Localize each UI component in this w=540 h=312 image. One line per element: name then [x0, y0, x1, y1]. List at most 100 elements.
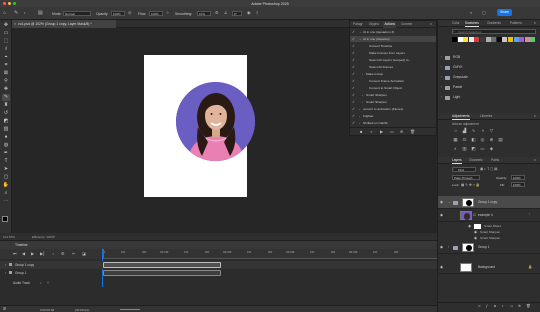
swatch-folder[interactable]: › Grayscale [438, 74, 540, 81]
mode-select[interactable]: Normal [63, 10, 91, 16]
check-icon[interactable]: ✓ [352, 36, 355, 42]
action-row[interactable]: ✓ Convert to Smart Object [350, 85, 436, 91]
settings-icon[interactable]: ⚙ [61, 251, 65, 257]
timeline-ruler[interactable]: 00 10f 20f 01:00f 10f 20f 02:00f 10f 20f… [102, 249, 437, 259]
swatch-folder[interactable]: › RGB [438, 54, 540, 61]
new-action-icon[interactable]: ⊕ [400, 129, 403, 134]
check-icon[interactable]: ✓ [352, 71, 355, 77]
swatch-folder[interactable]: › CMYK [438, 64, 540, 71]
angle-field[interactable]: 0° [232, 10, 242, 16]
color-swatch[interactable] [474, 37, 480, 42]
brush-icon[interactable]: ✎ [2, 94, 10, 101]
vibrance-icon[interactable]: ▽ [488, 128, 495, 134]
layer-row[interactable]: ◉ Background 🔒 [438, 261, 540, 274]
object-select-icon[interactable]: ⌖ [2, 54, 10, 61]
check-icon[interactable]: ✓ [352, 43, 355, 49]
zoom-icon[interactable]: ⌕ [2, 190, 10, 197]
check-icon[interactable]: ✓ [352, 92, 355, 98]
color-swatch[interactable] [496, 37, 502, 42]
swatch-folder[interactable]: › Light [438, 94, 540, 101]
panel-menu-icon[interactable]: ≡ [430, 21, 432, 28]
stamp-icon[interactable]: ♜ [2, 102, 10, 109]
color-swatch[interactable] [530, 37, 536, 42]
action-row[interactable]: ✓ › Make Group [350, 71, 436, 77]
path-select-icon[interactable]: ➤ [2, 166, 10, 173]
color-swatch[interactable] [468, 37, 474, 42]
action-row[interactable]: ✓ Convert Frame Animation [350, 78, 436, 84]
action-row[interactable]: ✓ › Smart Sharpen [350, 92, 436, 98]
foreground-color-swatch[interactable] [2, 216, 8, 222]
color-swatch[interactable] [519, 37, 525, 42]
swatch-folder[interactable]: › Pastel [438, 84, 540, 91]
lasso-icon[interactable]: ℓ [2, 46, 10, 53]
brush-size-value[interactable]: • [24, 10, 25, 16]
timeline-track[interactable]: › Group 1 copy [0, 261, 437, 269]
layer-row[interactable]: ◉ › Group 1 [438, 241, 540, 254]
chevron-right-icon[interactable]: › [362, 71, 363, 77]
tab-libraries[interactable]: Libraries [480, 113, 492, 120]
panel-menu-icon[interactable]: ≡ [534, 113, 536, 120]
channel-mixer-icon[interactable]: ⊕ [488, 137, 495, 143]
color-swatch[interactable] [508, 37, 513, 42]
check-icon[interactable]: ✓ [352, 78, 355, 84]
tab-channels[interactable]: Channels [469, 157, 482, 164]
action-row[interactable]: ✓ › convert to animation (frames) [350, 106, 436, 112]
color-balance-icon[interactable]: ⚖ [461, 137, 468, 143]
split-icon[interactable]: ✂ [72, 251, 75, 257]
first-frame-icon[interactable]: ⏮ [13, 251, 17, 257]
pressure-opacity-icon[interactable]: ◎ [128, 10, 132, 16]
curves-icon[interactable]: ∿ [470, 128, 477, 134]
document-tab[interactable]: vo1.psd @ 102% (Group 1 copy, Layer Mask… [12, 20, 116, 28]
frame-icon[interactable]: ⊠ [2, 70, 10, 77]
smoothing-field[interactable]: 10% [197, 10, 211, 16]
chevron-right-icon[interactable]: › [359, 113, 360, 119]
transition-icon[interactable]: ◪ [82, 251, 86, 257]
airbrush-icon[interactable]: ✧ [166, 10, 169, 16]
action-row[interactable]: ✓ Select All Frames [350, 64, 436, 70]
next-frame-icon[interactable]: ▶▏ [40, 251, 46, 257]
action-row[interactable]: ✓ Make Frames from Layers [350, 50, 436, 56]
fill-field[interactable]: 100% [511, 182, 525, 187]
panel-menu-icon[interactable]: ≡ [534, 20, 536, 27]
check-icon[interactable]: ✓ [352, 29, 355, 35]
layer-filter-select[interactable]: Kind [452, 167, 476, 172]
move-icon[interactable]: ✥ [2, 22, 10, 29]
tab-adjustments[interactable]: Adjustments [452, 113, 470, 120]
color-swatch[interactable] [491, 37, 497, 42]
action-row[interactable]: ✓ ⌄ AI in one (shelvian) [350, 36, 436, 42]
check-icon[interactable]: ✓ [352, 85, 355, 91]
artboard-icon[interactable]: ▭ [2, 30, 10, 37]
timeline-track[interactable]: › Group 1 [0, 269, 437, 277]
chevron-right-icon[interactable]: › [5, 263, 6, 267]
action-row[interactable]: ✓ › brighter [350, 113, 436, 119]
chevron-down-icon[interactable]: ⌄ [359, 36, 362, 42]
action-row[interactable]: ✓ › Smart Sharpen [350, 99, 436, 105]
chevron-right-icon[interactable]: › [448, 245, 449, 249]
tab-comments[interactable]: Comme [401, 21, 412, 28]
color-swatch[interactable] [463, 37, 469, 42]
eye-icon[interactable]: ◉ [440, 245, 443, 249]
trash-icon[interactable]: 🗑 [410, 129, 415, 134]
mask-icon[interactable]: ◘ [494, 304, 496, 308]
play-action-icon[interactable]: ▶ [380, 129, 383, 134]
hue-saturation-icon[interactable]: ▦ [452, 137, 459, 143]
tab-patterns[interactable]: Patterns [510, 20, 522, 27]
color-swatch[interactable] [457, 37, 463, 42]
playhead[interactable] [102, 249, 104, 259]
eye-icon[interactable]: ◉ [440, 265, 443, 269]
check-icon[interactable]: ✓ [352, 113, 355, 119]
home-icon[interactable]: ⌂ [3, 10, 6, 16]
swatches-search-input[interactable]: Search Swatches [452, 29, 536, 34]
prev-frame-icon[interactable]: ◀ [22, 251, 25, 257]
tab-color[interactable]: Color [452, 20, 460, 27]
layer-row[interactable]: ◉ ⌄ Group 1 copy [438, 196, 540, 209]
lock-icons[interactable]: ▦ ✎ ✥ ⌗ 🔒 [461, 183, 480, 187]
action-row[interactable]: ✓ Convert Timeline [350, 43, 436, 49]
blur-icon[interactable]: ● [2, 134, 10, 141]
add-audio-icon[interactable]: + [47, 281, 49, 285]
mute-icon[interactable]: ♪ [40, 281, 42, 285]
tab-glyphs[interactable]: Glyphs [369, 21, 379, 28]
tab-gradients[interactable]: Gradients [487, 20, 501, 27]
tab-paragraph[interactable]: Paragr [353, 21, 363, 28]
layer-thumbnail[interactable] [460, 211, 472, 220]
